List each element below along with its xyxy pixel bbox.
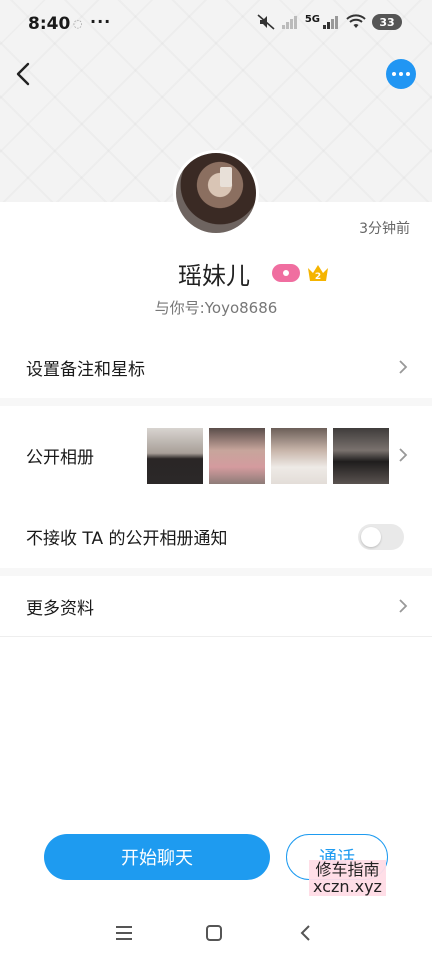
status-bar: 8:40 ◌ ··· 5G 33 [0, 0, 432, 50]
signal-x-icon [281, 16, 297, 29]
menu-icon[interactable] [114, 924, 134, 946]
divider [0, 636, 432, 637]
crown-icon: 2 [308, 265, 328, 282]
start-chat-button[interactable]: 开始聊天 [44, 834, 270, 880]
more-icon[interactable] [386, 59, 416, 89]
status-time: 8:40 [28, 14, 71, 34]
profile-name: 瑶妹儿 [178, 262, 250, 290]
album-thumbnails[interactable] [147, 428, 389, 484]
album-photo[interactable] [271, 428, 327, 484]
avatar[interactable] [173, 150, 259, 236]
divider [0, 568, 432, 576]
mute-icon [257, 14, 275, 30]
remark-label: 设置备注和星标 [26, 359, 145, 380]
status-dots: ··· [90, 12, 112, 31]
watermark-line2: xczn.xyz [313, 877, 382, 896]
gender-badge [272, 264, 300, 282]
divider [0, 398, 432, 406]
battery-icon: 33 [372, 14, 402, 30]
user-id: 与你号:Yoyo8686 [154, 299, 278, 317]
home-icon[interactable] [204, 924, 224, 946]
watermark: 修车指南 xczn.xyz [309, 860, 386, 896]
album-photo[interactable] [209, 428, 265, 484]
notification-icon: ◌ [73, 17, 83, 30]
watermark-line1: 修车指南 [315, 860, 380, 879]
album-photo[interactable] [147, 428, 203, 484]
status-icons: 5G 33 [257, 14, 402, 30]
album-notify-toggle[interactable] [358, 524, 404, 550]
more-info-label: 更多资料 [26, 598, 94, 619]
crown-badge: 2 [306, 262, 330, 284]
network-label: 5G [304, 14, 320, 25]
chevron-right-icon [399, 448, 408, 462]
chevron-right-icon [399, 360, 408, 374]
chevron-right-icon [399, 599, 408, 613]
album-photo[interactable] [333, 428, 389, 484]
wifi-icon [346, 14, 366, 28]
album-notify-label: 不接收 TA 的公开相册通知 [26, 528, 228, 549]
last-seen-text: 3分钟前 [359, 221, 410, 237]
remark-row[interactable]: 设置备注和星标 [0, 336, 432, 398]
system-nav-bar [0, 910, 432, 960]
album-label: 公开相册 [26, 447, 94, 468]
more-info-row[interactable]: 更多资料 [0, 576, 432, 636]
crown-level: 2 [315, 272, 321, 282]
nav-back-icon[interactable] [296, 924, 316, 946]
back-icon[interactable] [12, 60, 36, 88]
name-row: 瑶妹儿 2 [0, 256, 432, 290]
signal-icon [323, 16, 338, 29]
